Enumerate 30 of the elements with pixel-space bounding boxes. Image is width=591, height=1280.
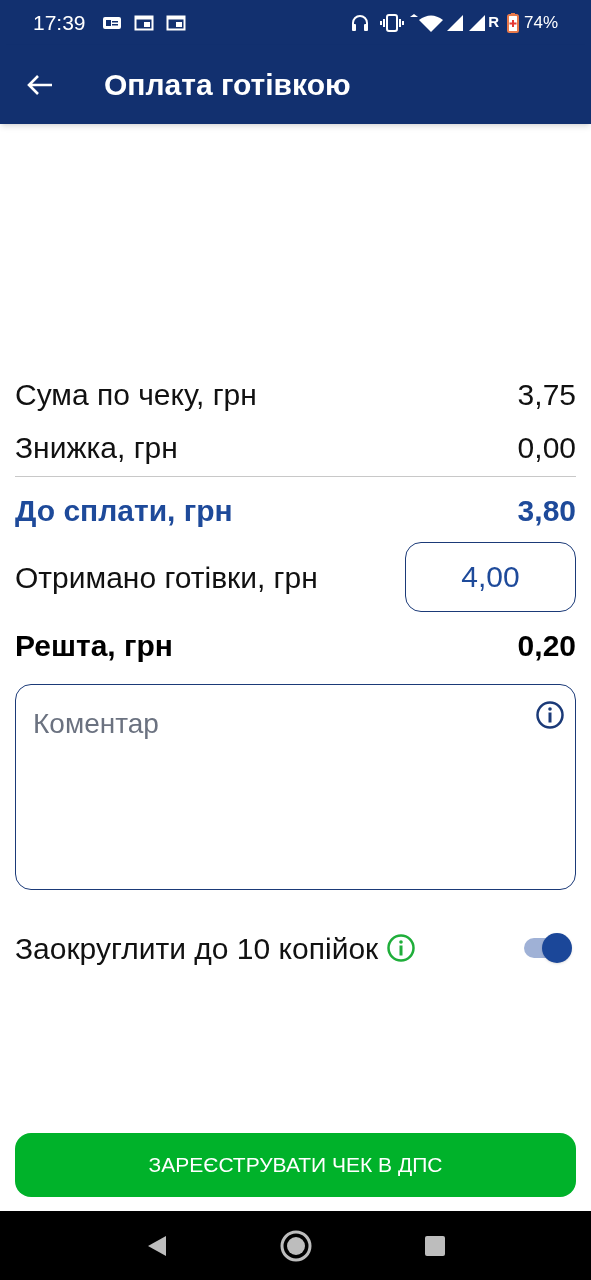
battery-percentage: 74% <box>523 11 558 34</box>
amount-label: Сума по чеку, грн <box>15 377 257 413</box>
amount-label: Знижка, грн <box>15 430 178 466</box>
comment-field[interactable]: Коментар <box>15 684 576 890</box>
battery-charging-icon <box>506 12 519 33</box>
amount-value: 0,00 <box>517 430 576 466</box>
cash-received-field[interactable]: 4,00 <box>405 542 576 612</box>
back-arrow-icon[interactable] <box>26 73 54 96</box>
rounding-switch[interactable] <box>524 933 572 963</box>
roaming-indicator: R <box>488 12 499 33</box>
wifi-icon <box>410 13 445 32</box>
total-label: До сплати, грн <box>15 492 233 529</box>
change-value: 0,20 <box>517 627 576 664</box>
notification-icon <box>101 14 122 31</box>
signal-icon <box>468 13 487 32</box>
screen-title: Оплата готівкою <box>104 67 351 103</box>
total-value: 3,80 <box>517 492 576 529</box>
recents-nav-icon[interactable] <box>423 1234 446 1257</box>
calendar-icon <box>133 14 154 31</box>
home-nav-icon[interactable] <box>278 1228 313 1263</box>
vibrate-icon <box>380 13 405 32</box>
signal-icon <box>446 13 465 32</box>
amount-value: 3,75 <box>517 377 576 413</box>
headphones-icon <box>350 13 371 32</box>
calendar-icon <box>165 14 186 31</box>
cash-received-label: Отримано готівки, грн <box>15 559 318 596</box>
change-label: Решта, грн <box>15 627 173 664</box>
status-time: 17:39 <box>33 9 86 36</box>
info-icon[interactable] <box>535 700 565 730</box>
rounding-label: Заокруглити до 10 копійок <box>15 930 379 967</box>
